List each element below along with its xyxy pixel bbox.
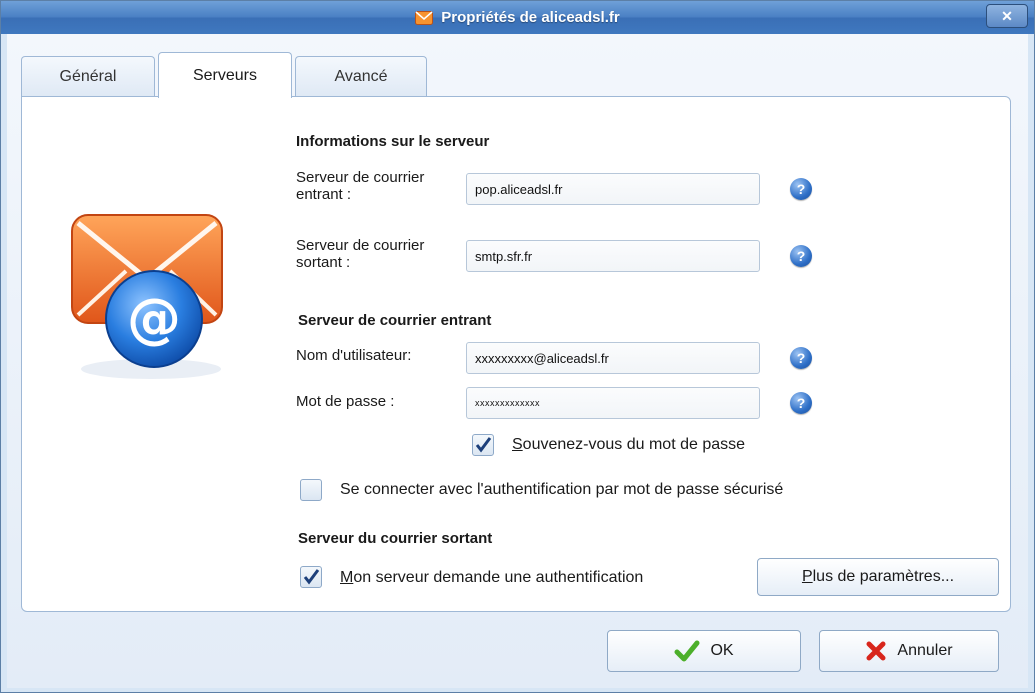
tab-serveurs[interactable]: Serveurs: [158, 52, 292, 98]
password-input[interactable]: xxxxxxxxxxxxx: [466, 387, 760, 419]
email-at-envelope-icon: @: [71, 214, 223, 379]
label-text: ouvenez-vous du mot de passe: [522, 436, 746, 453]
label-line: Serveur de courrier: [296, 169, 425, 186]
help-icon[interactable]: ?: [790, 245, 812, 267]
tab-label: Serveurs: [192, 66, 258, 84]
username-label: Nom d'utilisateur:: [296, 347, 412, 364]
outgoing-auth-label[interactable]: Mon serveur demande une authentification: [340, 569, 643, 587]
ok-label: OK: [710, 642, 734, 659]
cancel-label: Annuler: [897, 642, 953, 659]
envelope-icon: [415, 10, 434, 25]
label-text: lus de paramètres...: [812, 568, 955, 585]
dialog-client-area: Général Serveurs Avancé @ Informations s…: [7, 34, 1028, 688]
outgoing-auth-checkbox[interactable]: [300, 566, 322, 588]
checkmark-icon: [303, 569, 320, 585]
button-label: Plus de paramètres...: [802, 568, 954, 586]
window-title: Propriétés de aliceadsl.fr: [441, 9, 620, 26]
label-text: on serveur demande une authentification: [353, 569, 644, 586]
outgoing-server-label: Serveur de courrier sortant :: [296, 237, 424, 271]
checkmark-icon: [674, 640, 700, 662]
title-wrap: Propriétés de aliceadsl.fr: [1, 1, 1034, 34]
properties-dialog: Propriétés de aliceadsl.fr ✕ Général Ser…: [0, 0, 1035, 693]
mnemonic-letter: S: [512, 436, 523, 453]
remember-password-label[interactable]: Souvenez-vous du mot de passe: [512, 436, 745, 454]
password-label: Mot de passe :: [296, 393, 395, 410]
svg-text:@: @: [127, 287, 181, 350]
mnemonic-letter: P: [801, 568, 813, 585]
label-line: entrant :: [296, 186, 352, 203]
label-line: Serveur de courrier: [296, 237, 425, 254]
cancel-button[interactable]: Annuler: [819, 630, 999, 672]
incoming-server-label: Serveur de courrier entrant :: [296, 169, 424, 203]
help-icon[interactable]: ?: [790, 347, 812, 369]
mnemonic-letter: M: [340, 569, 354, 586]
title-bar[interactable]: Propriétés de aliceadsl.fr ✕: [1, 1, 1034, 34]
outgoing-server-input[interactable]: smtp.sfr.fr: [466, 240, 760, 272]
incoming-server-input[interactable]: pop.aliceadsl.fr: [466, 173, 760, 205]
tab-label: Avancé: [334, 67, 388, 85]
spa-checkbox[interactable]: [300, 479, 322, 501]
more-settings-button[interactable]: Plus de paramètres...: [757, 558, 999, 596]
close-button[interactable]: ✕: [986, 4, 1028, 28]
outgoing-server-section-title: Serveur du courrier sortant: [298, 530, 493, 547]
servers-panel: @ Informations sur le serveur Serveur de…: [21, 96, 1011, 612]
ok-button[interactable]: OK: [607, 630, 801, 672]
label-line: sortant :: [296, 254, 351, 271]
tab-general[interactable]: Général: [21, 56, 155, 96]
username-input[interactable]: xxxxxxxxx@aliceadsl.fr: [466, 342, 760, 374]
server-info-title: Informations sur le serveur: [296, 133, 490, 150]
red-x-icon: [866, 641, 886, 661]
spa-label[interactable]: Se connecter avec l'authentification par…: [340, 481, 783, 499]
checkmark-icon: [475, 437, 492, 453]
incoming-server-section-title: Serveur de courrier entrant: [298, 312, 492, 329]
help-icon[interactable]: ?: [790, 392, 812, 414]
tab-label: Général: [59, 67, 117, 85]
close-icon: ✕: [1001, 7, 1013, 24]
remember-password-checkbox[interactable]: [472, 434, 494, 456]
help-icon[interactable]: ?: [790, 178, 812, 200]
tab-avance[interactable]: Avancé: [295, 56, 427, 96]
